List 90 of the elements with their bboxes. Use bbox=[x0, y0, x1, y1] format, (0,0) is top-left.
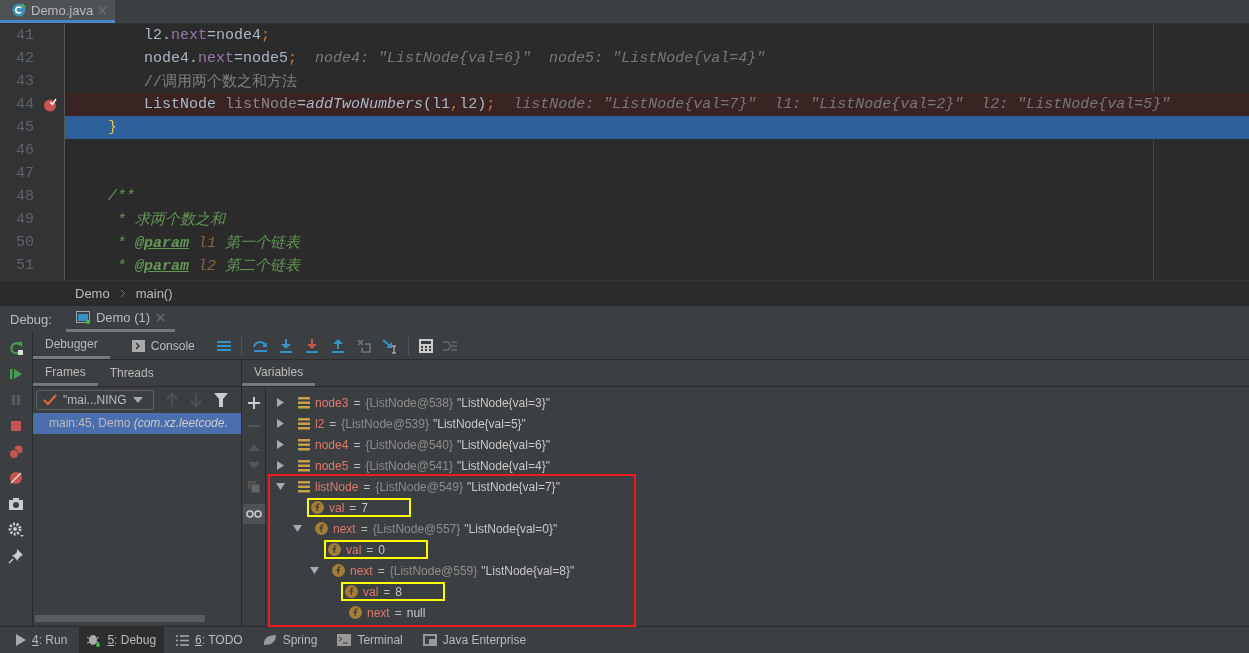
debugger-tab[interactable]: Debugger bbox=[33, 332, 110, 359]
field-icon bbox=[328, 543, 341, 556]
variable-entry[interactable]: l2 = {ListNode@539} "ListNode{val=5}" bbox=[315, 416, 526, 431]
drop-frame-icon[interactable] bbox=[355, 337, 372, 354]
code-line: node4.next=node5; node4: "ListNode{val=6}" node5: "ListNode{val=4}" bbox=[143, 50, 766, 67]
field-icon bbox=[311, 501, 324, 514]
resume-icon[interactable] bbox=[8, 366, 24, 382]
thread-dropdown[interactable]: "mai...NING bbox=[36, 390, 154, 410]
mute-breakpoints-icon[interactable] bbox=[8, 470, 24, 486]
variable-entry[interactable]: node4 = {ListNode@540} "ListNode{val=6}" bbox=[315, 437, 550, 452]
code-line: * 求两个数之和 bbox=[116, 210, 225, 229]
code-line: ListNode listNode=addTwoNumbers(l1,l2); listNode: "ListNode{val=7}" l1: "ListNode{val=2}" l2: "ListNode{val=5}" bbox=[143, 96, 1171, 113]
run-to-cursor-icon[interactable] bbox=[381, 337, 398, 354]
breakpoints-icon[interactable] bbox=[8, 444, 24, 460]
frames-tab[interactable]: Threads bbox=[97, 360, 166, 386]
field-icon bbox=[345, 585, 358, 598]
tool-window-button[interactable]: 5: Debug bbox=[79, 627, 165, 653]
stop-icon[interactable] bbox=[8, 418, 24, 434]
code-line: * @param l1 第一个链表 bbox=[116, 233, 301, 252]
list-icon bbox=[298, 417, 310, 430]
code-line: //调用两个数之和方法 bbox=[143, 72, 297, 91]
scrollbar[interactable] bbox=[35, 615, 205, 622]
variable-entry[interactable]: val = 0 bbox=[346, 542, 386, 557]
tool-window-button[interactable]: Java Enterprise bbox=[414, 627, 535, 653]
field-icon bbox=[315, 522, 328, 535]
bug-icon bbox=[87, 633, 102, 647]
editor-tab[interactable]: Demo.java bbox=[0, 0, 116, 23]
close-icon[interactable] bbox=[156, 313, 166, 322]
list-icon bbox=[298, 438, 310, 451]
code-line: } bbox=[107, 119, 117, 136]
check-icon bbox=[43, 394, 57, 406]
variable-entry[interactable]: val = 8 bbox=[363, 584, 403, 599]
variable-entry[interactable]: listNode = {ListNode@549} "ListNode{val=7}" bbox=[315, 479, 560, 494]
tool-window-button[interactable]: Spring bbox=[254, 627, 326, 653]
chevron-icon bbox=[119, 288, 126, 298]
leaf-icon bbox=[262, 634, 277, 646]
expand-arrow-icon[interactable] bbox=[276, 461, 285, 470]
code-line: * @param l2 第二个链表 bbox=[116, 256, 301, 275]
variable-entry[interactable]: node5 = {ListNode@541} "ListNode{val=4}" bbox=[315, 458, 550, 473]
terminal-icon bbox=[337, 634, 352, 646]
list-icon bbox=[298, 396, 310, 409]
list-icon bbox=[298, 459, 310, 472]
trace-icon[interactable] bbox=[442, 339, 457, 352]
step-into-icon[interactable] bbox=[277, 337, 294, 354]
panel-title: Debug: bbox=[10, 311, 52, 327]
console-icon bbox=[131, 339, 145, 352]
variable-entry[interactable]: val = 7 bbox=[329, 500, 369, 515]
field-icon bbox=[332, 564, 345, 577]
tool-window-button[interactable]: Terminal bbox=[329, 627, 411, 653]
frames-tab[interactable]: Frames bbox=[33, 360, 98, 386]
pin-icon[interactable] bbox=[8, 548, 24, 564]
camera-icon[interactable] bbox=[8, 496, 24, 512]
breakpoint-icon[interactable] bbox=[42, 97, 57, 112]
list-icon bbox=[298, 480, 310, 493]
code-line: /** bbox=[107, 188, 135, 205]
glasses-icon[interactable] bbox=[242, 504, 265, 524]
rerun-icon[interactable] bbox=[8, 340, 24, 356]
tool-window-button[interactable]: 6: TODO bbox=[168, 627, 251, 653]
filter-icon[interactable] bbox=[214, 393, 228, 407]
class-file-icon bbox=[12, 3, 26, 17]
stack-frame[interactable]: main:45, Demo (com.xz.leetcode. bbox=[33, 413, 241, 434]
variable-entry[interactable]: node3 = {ListNode@538} "ListNode{val=3}" bbox=[315, 395, 550, 410]
add-icon[interactable] bbox=[247, 397, 260, 409]
variable-entry[interactable]: next = {ListNode@557} "ListNode{val=0}" bbox=[333, 521, 558, 536]
expand-arrow-icon[interactable] bbox=[293, 524, 302, 533]
expand-arrow-icon[interactable] bbox=[276, 440, 285, 449]
variables-tab[interactable]: Variables bbox=[242, 360, 316, 386]
expand-arrow-icon[interactable] bbox=[276, 419, 285, 428]
step-out-icon[interactable] bbox=[329, 337, 346, 354]
menu-icon[interactable] bbox=[216, 339, 231, 352]
expand-arrow-icon[interactable] bbox=[276, 482, 285, 491]
force-step-into-icon[interactable] bbox=[303, 337, 320, 354]
variable-entry[interactable]: next = null bbox=[367, 605, 426, 620]
window-icon bbox=[75, 311, 90, 324]
expand-arrow-icon[interactable] bbox=[310, 566, 319, 575]
debugger-tab[interactable]: Console bbox=[119, 332, 207, 359]
variable-entry[interactable]: next = {ListNode@559} "ListNode{val=8}" bbox=[350, 563, 575, 578]
copy-icon[interactable] bbox=[247, 481, 260, 493]
tool-window-button[interactable]: 4: Run bbox=[8, 627, 76, 653]
code-line: l2.next=node4; bbox=[143, 27, 271, 44]
settings-icon[interactable] bbox=[8, 522, 24, 538]
breadcrumb-item[interactable]: Demo bbox=[75, 285, 110, 301]
play-icon bbox=[16, 634, 26, 646]
list-icon bbox=[176, 634, 190, 646]
window-icon bbox=[422, 634, 437, 646]
expand-arrow-icon[interactable] bbox=[276, 398, 285, 407]
field-icon bbox=[349, 606, 362, 619]
caret-icon bbox=[132, 397, 143, 403]
breadcrumb-item[interactable]: main() bbox=[135, 285, 173, 301]
calculator-icon[interactable] bbox=[418, 338, 433, 353]
